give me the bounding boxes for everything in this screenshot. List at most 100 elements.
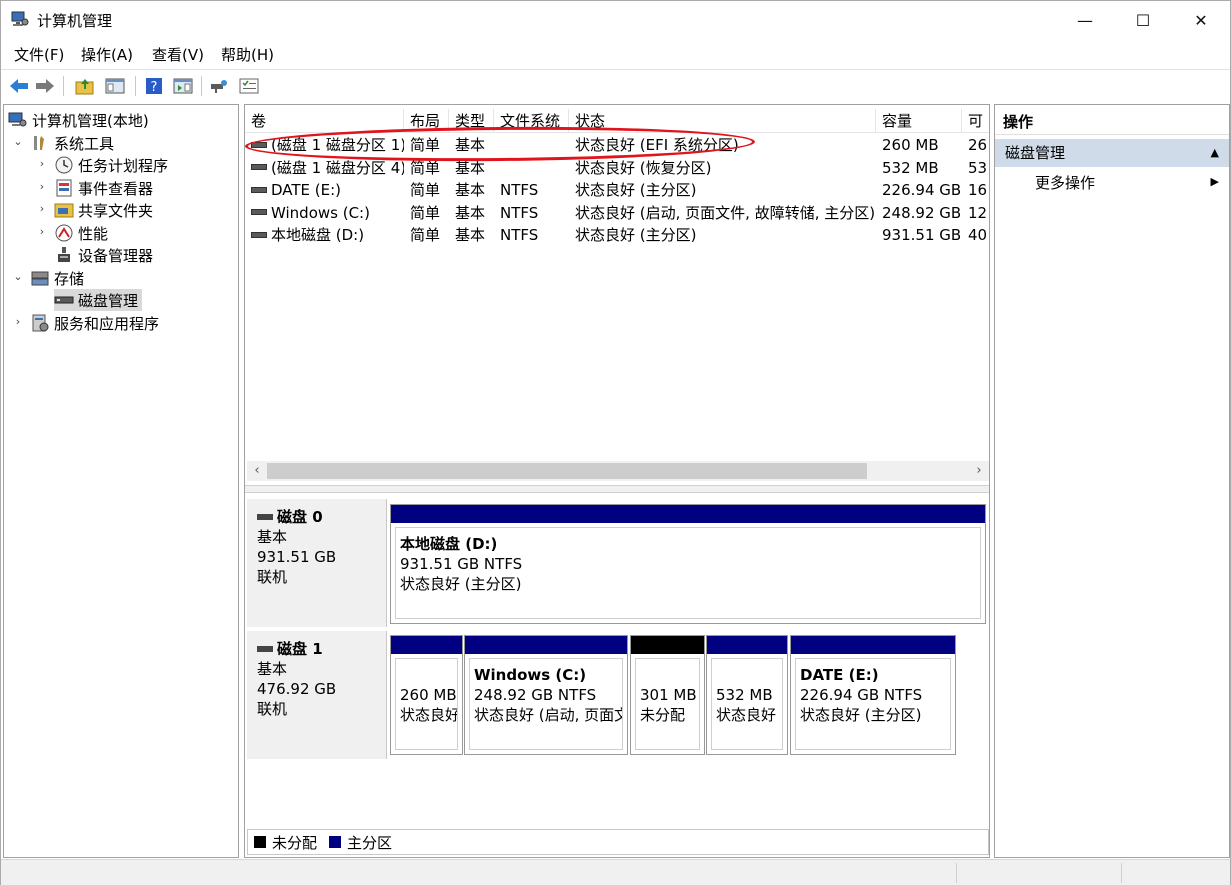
table-row[interactable]: (磁盘 1 磁盘分区 4) 简单 基本 状态良好 (恢复分区) 532 MB 53: [245, 157, 989, 179]
col-layout[interactable]: 布局: [404, 109, 449, 133]
cell-text: 260 MB: [882, 136, 939, 154]
cell-free: 16: [962, 179, 989, 201]
horizontal-scrollbar[interactable]: ‹ ›: [247, 461, 989, 481]
tree-root[interactable]: 计算机管理(本地): [8, 109, 149, 131]
cell-text: (磁盘 1 磁盘分区 4): [271, 158, 404, 177]
volume-icon: [251, 231, 267, 238]
table-row[interactable]: Windows (C:) 简单 基本 NTFS 状态良好 (启动, 页面文件, 故障转储…: [245, 202, 989, 224]
expand-arrow-icon[interactable]: ⌄: [12, 270, 24, 283]
partition-status: 未分配: [640, 706, 686, 724]
minimize-button[interactable]: —: [1056, 1, 1114, 39]
col-filesystem[interactable]: 文件系统: [494, 109, 569, 133]
expand-arrow-icon[interactable]: ›: [36, 180, 48, 193]
cell-volume: (磁盘 1 磁盘分区 4): [245, 157, 404, 179]
col-type[interactable]: 类型: [449, 109, 494, 133]
tree-item-label: 服务和应用程序: [54, 314, 160, 333]
cell-layout: 简单: [404, 134, 449, 156]
disk-0-label[interactable]: 磁盘 0 基本 931.51 GB 联机: [247, 499, 387, 627]
computer-management-window: 计算机管理 — ☐ ✕ 文件(F) 操作(A) 查看(V) 帮助(H) ? 计算…: [0, 0, 1231, 885]
pane-splitter[interactable]: [245, 485, 989, 493]
show-hide-action-pane-icon[interactable]: [171, 74, 195, 98]
disk-size: 476.92 GB: [257, 680, 337, 698]
col-volume[interactable]: 卷: [245, 109, 404, 133]
disk-size: 931.51 GB: [257, 548, 337, 566]
cell-status: 状态良好 (恢复分区): [569, 157, 876, 179]
tree-item-event-viewer[interactable]: 事件查看器: [54, 177, 153, 199]
expand-arrow-icon[interactable]: ›: [36, 157, 48, 170]
partition-c[interactable]: Windows (C:) 248.92 GB NTFS 状态良好 (启动, 页面…: [464, 635, 628, 755]
menu-action[interactable]: 操作(A): [81, 44, 133, 65]
connect-icon[interactable]: [207, 74, 231, 98]
show-hide-tree-icon[interactable]: [103, 74, 127, 98]
submenu-arrow-icon[interactable]: ▶: [1211, 175, 1219, 188]
col-free[interactable]: 可: [962, 109, 989, 133]
volume-icon: [251, 209, 267, 215]
console-tree: 计算机管理(本地) ⌄ 系统工具 › 任务计划程序 › 事件查看器 › 共享文件…: [3, 104, 239, 858]
partition-status: 状态良好 (主分区): [800, 706, 922, 724]
tree-item-services-apps[interactable]: 服务和应用程序: [30, 312, 159, 334]
scroll-right-arrow-icon[interactable]: ›: [969, 461, 989, 481]
tree-item-disk-management[interactable]: 磁盘管理: [54, 289, 143, 311]
tree-item-storage[interactable]: 存储: [30, 267, 84, 289]
menu-view[interactable]: 查看(V): [152, 44, 204, 65]
properties-icon[interactable]: [237, 74, 261, 98]
partition-efi[interactable]: 260 MB 状态良好: [390, 635, 463, 755]
scrollbar-thumb[interactable]: [267, 463, 867, 479]
cell-text: 基本: [455, 158, 486, 177]
device-manager-icon: [58, 247, 70, 262]
title-bar[interactable]: 计算机管理 — ☐ ✕: [1, 1, 1230, 39]
col-status[interactable]: 状态: [569, 109, 876, 133]
expand-arrow-icon[interactable]: ›: [36, 202, 48, 215]
cell-text: 本地磁盘 (D:): [271, 226, 365, 244]
tree-item-device-manager[interactable]: 设备管理器: [54, 244, 153, 266]
menu-help[interactable]: 帮助(H): [221, 44, 274, 65]
svg-text:?: ?: [151, 80, 158, 95]
tree-item-performance[interactable]: 性能: [54, 222, 108, 244]
cell-layout: 简单: [404, 224, 449, 246]
partition-name: DATE (E:): [800, 666, 879, 684]
more-actions-item[interactable]: 更多操作: [1035, 171, 1095, 195]
table-row[interactable]: (磁盘 1 磁盘分区 1) 简单 基本 状态良好 (EFI 系统分区) 260 MB 26: [245, 134, 989, 156]
expand-arrow-icon[interactable]: ›: [36, 225, 48, 238]
cell-text: 简单: [410, 226, 441, 244]
tree-item-task-scheduler[interactable]: 任务计划程序: [54, 154, 168, 176]
back-arrow-icon[interactable]: [7, 74, 31, 98]
cell-text: 简单: [410, 136, 441, 154]
disk-status: 联机: [257, 700, 288, 718]
cell-volume: 本地磁盘 (D:): [245, 224, 404, 246]
partition-status: 状态良好: [716, 706, 777, 724]
expand-arrow-icon[interactable]: ›: [12, 315, 24, 328]
partition-recovery[interactable]: 532 MB 状态良好: [706, 635, 788, 755]
table-row[interactable]: 本地磁盘 (D:) 简单 基本 NTFS 状态良好 (主分区) 931.51 GB 40: [245, 224, 989, 246]
tree-item-shared-folders[interactable]: 共享文件夹: [54, 199, 153, 221]
cell-text: 248.92 GB: [882, 203, 962, 222]
primary-swatch: [329, 836, 342, 848]
up-folder-icon[interactable]: [73, 74, 97, 98]
maximize-button[interactable]: ☐: [1114, 1, 1172, 39]
partition-d[interactable]: 本地磁盘 (D:) 931.51 GB NTFS 状态良好 (主分区): [390, 504, 986, 624]
help-icon[interactable]: ?: [142, 74, 166, 98]
disk-icon: [54, 296, 74, 304]
actions-section-disk-management[interactable]: 磁盘管理 ▲: [995, 139, 1229, 167]
partition-status: 状态良好: [400, 706, 458, 724]
col-capacity[interactable]: 容量: [876, 109, 962, 133]
disk-1-label[interactable]: 磁盘 1 基本 476.92 GB 联机: [247, 631, 387, 759]
partition-e[interactable]: DATE (E:) 226.94 GB NTFS 状态良好 (主分区): [790, 635, 956, 755]
collapse-arrow-icon[interactable]: ▲: [1211, 139, 1219, 167]
expand-arrow-icon[interactable]: ⌄: [12, 135, 24, 148]
forward-arrow-icon[interactable]: [33, 74, 57, 98]
partition-unallocated[interactable]: 301 MB 未分配: [630, 635, 705, 755]
cell-text: Windows (C:): [271, 203, 370, 222]
actions-title: 操作: [995, 109, 1229, 135]
cell-text: 532 MB: [882, 158, 939, 177]
menu-file[interactable]: 文件(F): [14, 44, 64, 65]
cell-volume: DATE (E:): [245, 179, 404, 201]
cell-type: 基本: [449, 134, 494, 156]
volume-icon: [251, 141, 267, 148]
scroll-left-arrow-icon[interactable]: ‹: [247, 461, 267, 481]
close-button[interactable]: ✕: [1172, 1, 1230, 39]
tree-item-system-tools[interactable]: 系统工具: [30, 132, 114, 154]
toolbar: ?: [1, 69, 1230, 101]
table-row[interactable]: DATE (E:) 简单 基本 NTFS 状态良好 (主分区) 226.94 GB 16: [245, 179, 989, 201]
partition-name: [640, 665, 695, 685]
